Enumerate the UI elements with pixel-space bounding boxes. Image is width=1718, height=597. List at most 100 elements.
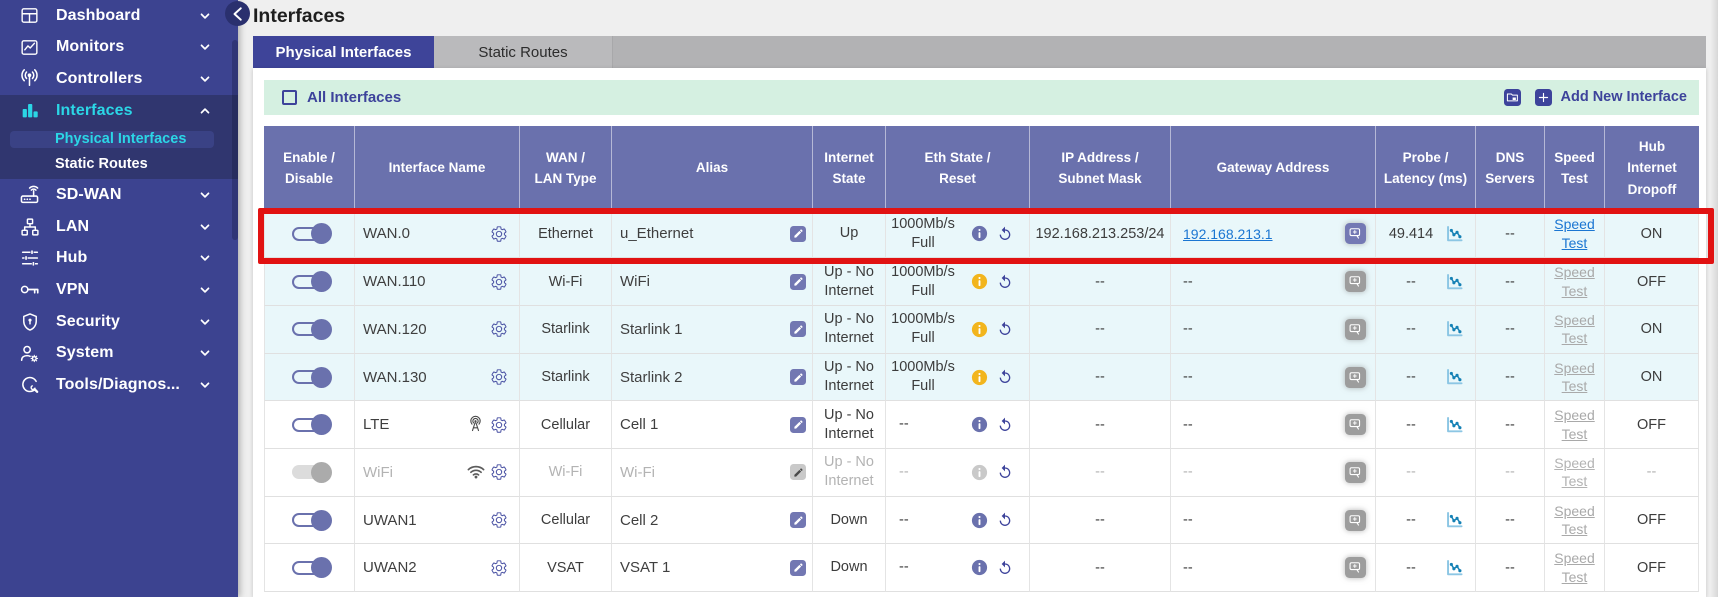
- speed-test-link[interactable]: SpeedTest: [1554, 311, 1594, 348]
- speed-test-link[interactable]: SpeedTest: [1554, 454, 1594, 491]
- info-icon[interactable]: [970, 224, 989, 243]
- latency-chart-icon[interactable]: [1444, 273, 1465, 291]
- gear-icon[interactable]: [490, 368, 508, 386]
- gear-icon[interactable]: [490, 463, 508, 481]
- info-icon[interactable]: [970, 511, 989, 530]
- info-icon[interactable]: [970, 415, 989, 434]
- ping-button[interactable]: [1345, 223, 1366, 244]
- speed-test-link[interactable]: SpeedTest: [1554, 502, 1594, 539]
- info-icon[interactable]: [970, 463, 989, 482]
- enable-toggle[interactable]: [292, 508, 332, 532]
- sidebar-subitem-physical-interfaces[interactable]: Physical Interfaces: [0, 126, 238, 151]
- gear-icon[interactable]: [490, 416, 508, 434]
- add-new-interface-button[interactable]: [1535, 89, 1552, 106]
- sidebar-item-controllers[interactable]: Controllers: [0, 63, 238, 95]
- info-icon[interactable]: [970, 558, 989, 577]
- enable-toggle[interactable]: [292, 317, 332, 341]
- speed-test-link[interactable]: SpeedTest: [1554, 359, 1594, 396]
- gear-icon[interactable]: [490, 511, 508, 529]
- ping-button[interactable]: [1345, 319, 1366, 340]
- info-icon[interactable]: [970, 320, 989, 339]
- gear-icon[interactable]: [490, 320, 508, 338]
- edit-alias-button[interactable]: [790, 464, 806, 480]
- speed-test-link[interactable]: SpeedTest: [1554, 263, 1594, 300]
- sidebar-item-dashboard[interactable]: Dashboard: [0, 0, 238, 32]
- speed-test-link[interactable]: SpeedTest: [1554, 549, 1594, 586]
- latency-chart-icon[interactable]: [1444, 416, 1465, 434]
- sidebar-item-monitors[interactable]: Monitors: [0, 32, 238, 64]
- sidebar-item-hub[interactable]: Hub: [0, 243, 238, 275]
- latency-chart-icon[interactable]: [1444, 559, 1465, 577]
- sidebar-subitem-static-routes[interactable]: Static Routes: [0, 151, 238, 176]
- probe-latency-value: --: [1376, 274, 1442, 290]
- edit-alias-button[interactable]: [790, 560, 806, 576]
- column-header-internet[interactable]: InternetState: [813, 126, 886, 211]
- column-header-enable[interactable]: Enable /Disable: [264, 126, 355, 211]
- enable-toggle[interactable]: [292, 222, 332, 246]
- edit-alias-button[interactable]: [790, 274, 806, 290]
- column-header-alias[interactable]: Alias: [612, 126, 813, 211]
- column-header-eth[interactable]: Eth State /Reset: [886, 126, 1030, 211]
- reset-icon[interactable]: [997, 226, 1013, 242]
- reset-icon[interactable]: [997, 560, 1013, 576]
- edit-alias-button[interactable]: [790, 512, 806, 528]
- reset-icon[interactable]: [997, 417, 1013, 433]
- column-header-gateway[interactable]: Gateway Address: [1171, 126, 1376, 211]
- add-new-interface-label[interactable]: Add New Interface: [1561, 89, 1688, 105]
- sidebar-scrollbar[interactable]: [232, 40, 238, 240]
- column-header-hub[interactable]: HubInternetDropoff: [1605, 126, 1699, 211]
- ping-button[interactable]: [1345, 271, 1366, 292]
- column-header-probe[interactable]: Probe /Latency (ms): [1376, 126, 1476, 211]
- ping-button[interactable]: [1345, 414, 1366, 435]
- tab-static-routes[interactable]: Static Routes: [434, 36, 613, 68]
- column-header-dns[interactable]: DNSServers: [1476, 126, 1545, 211]
- latency-chart-icon[interactable]: [1444, 511, 1465, 529]
- enable-toggle[interactable]: [292, 460, 332, 484]
- column-header-ip[interactable]: IP Address /Subnet Mask: [1030, 126, 1171, 211]
- info-icon[interactable]: [970, 272, 989, 291]
- ping-button[interactable]: [1345, 367, 1366, 388]
- column-header-speed[interactable]: SpeedTest: [1545, 126, 1605, 211]
- ping-button[interactable]: [1345, 462, 1366, 483]
- reset-icon[interactable]: [997, 464, 1013, 480]
- reset-icon[interactable]: [997, 321, 1013, 337]
- info-icon[interactable]: [970, 368, 989, 387]
- gear-icon[interactable]: [490, 225, 508, 243]
- enable-toggle[interactable]: [292, 365, 332, 389]
- column-header-name[interactable]: Interface Name: [355, 126, 520, 211]
- sidebar-item-system[interactable]: System: [0, 337, 238, 369]
- sidebar-item-interfaces[interactable]: Interfaces: [0, 95, 238, 127]
- sidebar-item-security[interactable]: Security: [0, 306, 238, 338]
- all-interfaces-checkbox[interactable]: [282, 90, 297, 105]
- enable-toggle[interactable]: [292, 556, 332, 580]
- edit-alias-button[interactable]: [790, 321, 806, 337]
- latency-chart-icon[interactable]: [1444, 368, 1465, 386]
- column-header-type[interactable]: WAN /LAN Type: [520, 126, 612, 211]
- latency-chart-icon[interactable]: [1444, 225, 1465, 243]
- edit-icon: [793, 228, 804, 239]
- interface-groups-button[interactable]: [1504, 89, 1521, 106]
- latency-chart-icon[interactable]: [1444, 320, 1465, 338]
- speed-test-link[interactable]: SpeedTest: [1554, 406, 1594, 443]
- enable-toggle[interactable]: [292, 413, 332, 437]
- edit-alias-button[interactable]: [790, 417, 806, 433]
- sidebar-item-lan[interactable]: LAN: [0, 211, 238, 243]
- sidebar-item-tools-diagnos[interactable]: Tools/Diagnos...: [0, 369, 238, 401]
- back-button[interactable]: [225, 1, 250, 26]
- reset-icon[interactable]: [997, 369, 1013, 385]
- ping-button[interactable]: [1345, 557, 1366, 578]
- enable-toggle[interactable]: [292, 270, 332, 294]
- gear-icon[interactable]: [490, 273, 508, 291]
- edit-alias-button[interactable]: [790, 226, 806, 242]
- gear-icon[interactable]: [490, 559, 508, 577]
- sidebar-item-sd-wan[interactable]: SD-WAN: [0, 179, 238, 211]
- reset-icon[interactable]: [997, 274, 1013, 290]
- tab-physical-interfaces[interactable]: Physical Interfaces: [253, 36, 434, 68]
- gateway-link[interactable]: 192.168.213.1: [1183, 226, 1273, 242]
- sidebar-item-vpn[interactable]: VPN: [0, 274, 238, 306]
- speed-test-link[interactable]: SpeedTest: [1554, 215, 1594, 252]
- page-scrollbar[interactable]: [1710, 0, 1718, 597]
- edit-alias-button[interactable]: [790, 369, 806, 385]
- ping-button[interactable]: [1345, 510, 1366, 531]
- reset-icon[interactable]: [997, 512, 1013, 528]
